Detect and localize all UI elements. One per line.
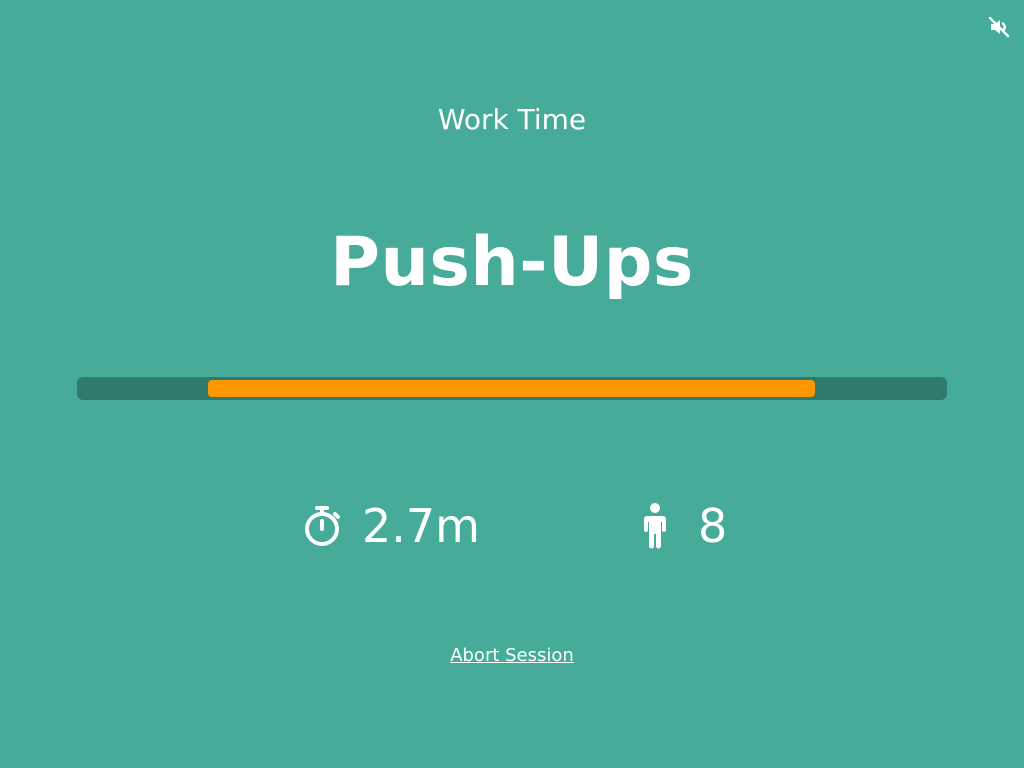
elapsed-time-stat: 2.7m bbox=[300, 496, 480, 556]
person-icon bbox=[644, 503, 666, 549]
stats-row: 2.7m 8 bbox=[0, 496, 1024, 556]
reps-value: 8 bbox=[698, 499, 728, 553]
progress-bar-track bbox=[77, 377, 947, 400]
speaker-muted-icon bbox=[988, 16, 1010, 38]
progress-bar-fill bbox=[208, 380, 815, 397]
reps-stat: 8 bbox=[638, 496, 727, 556]
abort-container: Abort Session bbox=[0, 644, 1024, 668]
abort-session-link[interactable]: Abort Session bbox=[450, 645, 574, 666]
mute-toggle-button[interactable] bbox=[986, 14, 1012, 40]
exercise-name: Push-Ups bbox=[330, 223, 694, 302]
phase-label: Work Time bbox=[437, 103, 587, 136]
elapsed-time-value: 2.7m bbox=[362, 499, 480, 553]
stopwatch-icon bbox=[305, 506, 340, 546]
